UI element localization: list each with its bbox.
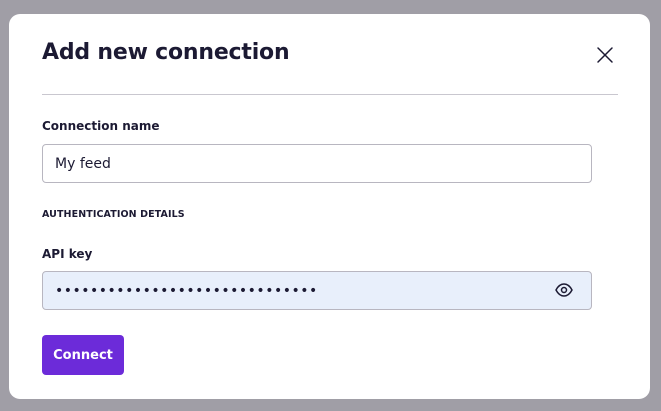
api-key-input[interactable] xyxy=(43,272,543,309)
api-key-label: API key xyxy=(42,247,93,261)
connection-name-input[interactable] xyxy=(42,144,592,183)
eye-icon xyxy=(555,283,573,297)
close-button[interactable] xyxy=(593,43,617,67)
authentication-details-heading: AUTHENTICATION DETAILS xyxy=(42,209,185,220)
connect-button[interactable]: Connect xyxy=(42,335,124,375)
show-password-toggle[interactable] xyxy=(554,280,574,300)
connection-name-label: Connection name xyxy=(42,119,160,133)
modal-backdrop: Add new connection Connection name AUTHE… xyxy=(0,0,661,411)
close-icon xyxy=(597,47,613,63)
api-key-field xyxy=(42,271,592,310)
header-divider xyxy=(42,94,618,95)
dialog-title: Add new connection xyxy=(42,40,290,65)
add-connection-dialog: Add new connection Connection name AUTHE… xyxy=(9,14,650,399)
